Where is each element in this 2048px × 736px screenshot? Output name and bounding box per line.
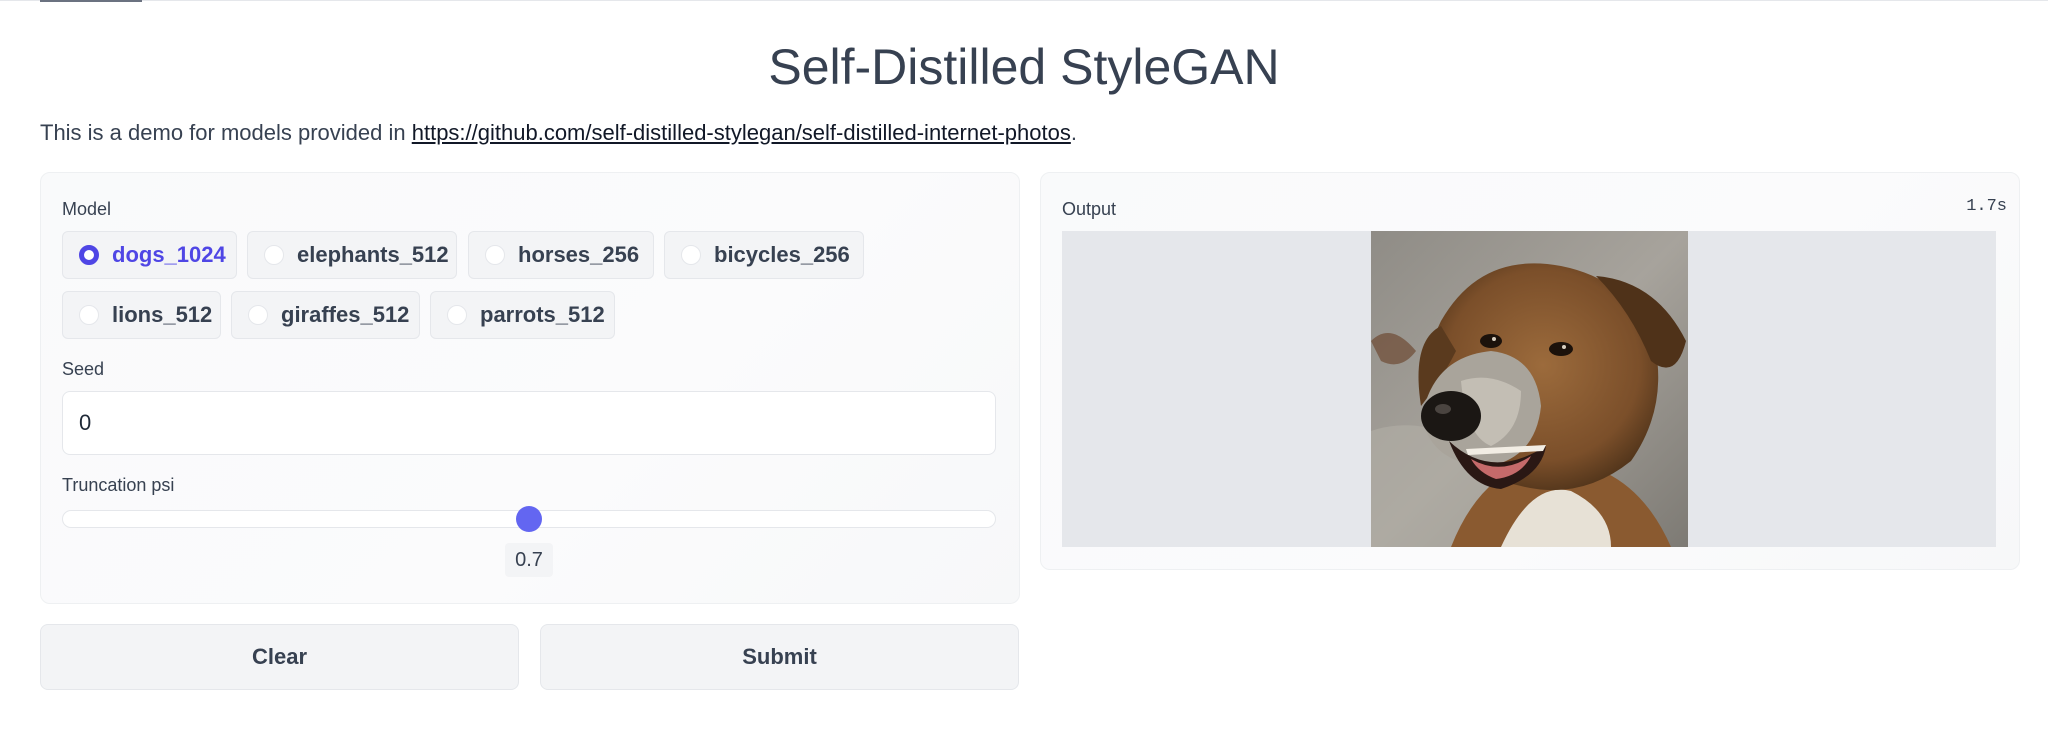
submit-button[interactable]: Submit bbox=[540, 624, 1019, 690]
model-option-bicycles-256[interactable]: bicycles_256 bbox=[664, 231, 864, 279]
model-option-dogs-1024[interactable]: dogs_1024 bbox=[62, 231, 237, 279]
model-option-horses-256[interactable]: horses_256 bbox=[468, 231, 654, 279]
radio-selected-icon bbox=[79, 245, 99, 265]
page-title: Self-Distilled StyleGAN bbox=[768, 39, 1280, 95]
model-option-elephants-512[interactable]: elephants_512 bbox=[247, 231, 457, 279]
radio-unselected-icon bbox=[248, 305, 268, 325]
top-divider bbox=[0, 0, 2048, 2]
output-label: Output bbox=[1062, 199, 1117, 219]
model-option-label: dogs_1024 bbox=[112, 242, 226, 267]
radio-unselected-icon bbox=[79, 305, 99, 325]
model-option-label: horses_256 bbox=[518, 242, 640, 267]
github-link[interactable]: https://github.com/self-distilled-styleg… bbox=[412, 120, 1071, 145]
tab-indicator bbox=[40, 0, 142, 2]
description-suffix: . bbox=[1070, 120, 1077, 145]
clear-button[interactable]: Clear bbox=[40, 624, 519, 690]
model-option-giraffes-512[interactable]: giraffes_512 bbox=[231, 291, 420, 339]
elapsed-time: 1.7s bbox=[1966, 197, 2007, 216]
model-option-label: parrots_512 bbox=[480, 302, 605, 327]
radio-unselected-icon bbox=[681, 245, 701, 265]
output-image-area bbox=[1062, 231, 1996, 547]
output-panel: Output 1.7s bbox=[1040, 172, 2020, 570]
truncation-slider-thumb[interactable] bbox=[516, 506, 542, 532]
generated-dog-image bbox=[1371, 231, 1688, 547]
radio-unselected-icon bbox=[447, 305, 467, 325]
input-panel: Model dogs_1024 elephants_512 horses_256… bbox=[40, 172, 1020, 604]
truncation-label: Truncation psi bbox=[62, 475, 175, 495]
model-option-parrots-512[interactable]: parrots_512 bbox=[430, 291, 615, 339]
model-option-label: elephants_512 bbox=[297, 242, 449, 267]
description-text: This is a demo for models provided in bbox=[40, 120, 412, 145]
seed-label: Seed bbox=[62, 359, 105, 379]
page-description: This is a demo for models provided in ht… bbox=[40, 120, 1077, 146]
truncation-value: 0.7 bbox=[505, 543, 553, 577]
seed-input[interactable] bbox=[62, 391, 996, 455]
radio-unselected-icon bbox=[264, 245, 284, 265]
model-option-label: bicycles_256 bbox=[714, 242, 850, 267]
radio-unselected-icon bbox=[485, 245, 505, 265]
model-label: Model bbox=[62, 199, 112, 219]
model-option-label: giraffes_512 bbox=[281, 302, 410, 327]
model-option-label: lions_512 bbox=[112, 302, 213, 327]
model-option-lions-512[interactable]: lions_512 bbox=[62, 291, 221, 339]
